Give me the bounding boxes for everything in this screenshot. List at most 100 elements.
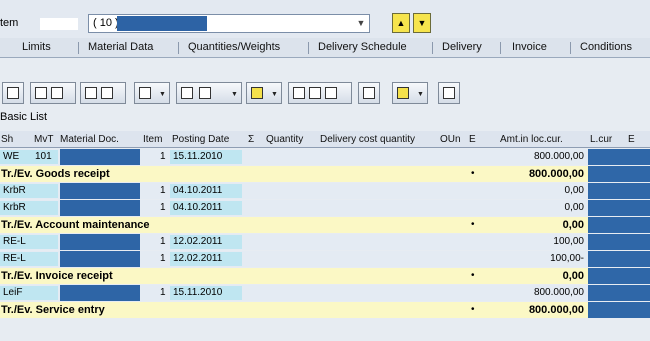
cell-posting-date: 12.02.2011 [170, 252, 242, 266]
arrow-up-icon: ▲ [396, 18, 406, 28]
chevron-down-icon: ▼ [417, 91, 424, 98]
tab-separator [178, 42, 179, 54]
item-label: tem [0, 17, 19, 29]
column-header-sh[interactable]: Sh [1, 131, 13, 148]
column-header-delivery-cost-quantity[interactable]: Delivery cost quantity [320, 131, 415, 148]
cell-material-doc[interactable] [60, 183, 140, 199]
subtotal-row[interactable]: Tr./Ev. Goods receipt • 800.000,00 [0, 166, 650, 182]
chevron-down-icon[interactable]: ▼ [353, 16, 369, 31]
local-currency-cell [588, 183, 650, 199]
table-row[interactable]: LeiF 1 15.11.2010 800.000,00 [0, 285, 650, 301]
tab-strip: Limits Material Data Quantities/Weights … [0, 38, 650, 58]
tab-limits[interactable]: Limits [22, 41, 51, 53]
column-header-oun[interactable]: OUn [440, 131, 461, 148]
tab-quantities-weights[interactable]: Quantities/Weights [188, 41, 280, 53]
cell-material-doc[interactable] [60, 234, 140, 250]
cell-sh: LeiF [0, 286, 32, 300]
subtotal-row[interactable]: Tr./Ev. Invoice receipt • 0,00 [0, 268, 650, 284]
column-header-extra[interactable]: E [628, 131, 635, 148]
tab-separator [432, 42, 433, 54]
local-currency-cell [588, 166, 650, 182]
info-button[interactable] [358, 82, 380, 104]
tab-material-data[interactable]: Material Data [88, 41, 153, 53]
cell-item: 1 [160, 287, 166, 298]
cell-amount: 800.000,00 [533, 151, 584, 162]
arrow-down-icon: ▼ [417, 18, 427, 28]
refresh-button[interactable] [438, 82, 460, 104]
export-buttons[interactable] [288, 82, 352, 104]
cell-mvt [32, 286, 58, 300]
cell-mvt [32, 252, 58, 266]
column-header-posting-date[interactable]: Posting Date [172, 131, 229, 148]
column-header-amount[interactable]: Amt.in loc.cur. [500, 131, 563, 148]
graphics-button[interactable]: ▼ [392, 82, 428, 104]
tab-delivery-schedule[interactable]: Delivery Schedule [318, 41, 407, 53]
find-buttons[interactable] [80, 82, 126, 104]
cell-material-doc[interactable] [60, 200, 140, 216]
details-button[interactable] [2, 82, 24, 104]
table-row[interactable]: RE-L 1 12.02.2011 100,00 [0, 234, 650, 250]
local-currency-cell [588, 268, 650, 284]
sum-buttons[interactable]: ▼ [176, 82, 242, 104]
column-header-material-doc[interactable]: Material Doc. [60, 131, 119, 148]
cell-item: 1 [160, 253, 166, 264]
local-currency-cell [588, 302, 650, 318]
item-label-mask [40, 18, 78, 30]
column-header-item[interactable]: Item [143, 131, 162, 148]
table-row[interactable]: RE-L 1 12.02.2011 100,00- [0, 251, 650, 267]
subtotal-amount: 800.000,00 [528, 304, 584, 316]
tab-delivery[interactable]: Delivery [442, 41, 482, 53]
print-button[interactable]: ▼ [246, 82, 282, 104]
cell-amount: 800.000,00 [533, 287, 584, 298]
subtotal-row[interactable]: Tr./Ev. Account maintenance • 0,00 [0, 217, 650, 233]
cell-material-doc[interactable] [60, 251, 140, 267]
cell-material-doc[interactable] [60, 149, 140, 165]
export-icon [293, 87, 305, 99]
sort-ascending-icon [35, 87, 47, 99]
tab-separator [500, 42, 501, 54]
cell-sh: KrbR [0, 201, 32, 215]
cell-item: 1 [160, 185, 166, 196]
column-header-quantity[interactable]: Quantity [266, 131, 303, 148]
cell-material-doc[interactable] [60, 285, 140, 301]
subtotal-row[interactable]: Tr./Ev. Service entry • 800.000,00 [0, 302, 650, 318]
cell-sh: RE-L [0, 252, 32, 266]
layout-icon [309, 87, 321, 99]
subtotal-label: Tr./Ev. Invoice receipt [1, 270, 113, 282]
table-row[interactable]: KrbR 1 04.10.2011 0,00 [0, 183, 650, 199]
cell-item: 1 [160, 236, 166, 247]
previous-item-button[interactable]: ▲ [392, 13, 410, 33]
subtotal-label: Tr./Ev. Service entry [1, 304, 105, 316]
tab-invoice[interactable]: Invoice [512, 41, 547, 53]
cell-posting-date: 15.11.2010 [170, 286, 242, 300]
tab-conditions[interactable]: Conditions [580, 41, 632, 53]
cell-amount: 0,00 [564, 185, 584, 196]
details-icon [7, 87, 19, 99]
local-currency-cell [588, 149, 650, 165]
local-currency-cell [588, 200, 650, 216]
item-header-bar: tem ( 10 ) ▼ ▲ ▼ [0, 0, 650, 38]
print-icon [251, 87, 263, 99]
chevron-down-icon: ▼ [159, 91, 166, 98]
cell-amount: 100,00 [553, 236, 584, 247]
subtotal-label: Tr./Ev. Account maintenance [1, 219, 150, 231]
cell-mvt [32, 201, 58, 215]
next-item-button[interactable]: ▼ [413, 13, 431, 33]
column-header-e[interactable]: E [469, 131, 476, 148]
cell-item: 1 [160, 151, 166, 162]
column-header-local-currency[interactable]: L.cur [590, 131, 612, 148]
column-header-sigma[interactable]: Σ [248, 131, 254, 148]
filter-icon [139, 87, 151, 99]
table-row[interactable]: KrbR 1 04.10.2011 0,00 [0, 200, 650, 216]
tab-separator [570, 42, 571, 54]
alv-toolbar: ▼ ▼ ▼ ▼ [0, 82, 650, 108]
sort-descending-icon [51, 87, 63, 99]
column-header-mvt[interactable]: MvT [34, 131, 53, 148]
cell-mvt [32, 184, 58, 198]
item-select-field[interactable]: ( 10 ) ▼ [88, 14, 370, 33]
filter-button[interactable]: ▼ [134, 82, 170, 104]
cell-item: 1 [160, 202, 166, 213]
table-row[interactable]: WE 101 1 15.11.2010 800.000,00 [0, 149, 650, 165]
tab-separator [78, 42, 79, 54]
sort-buttons[interactable] [30, 82, 76, 104]
